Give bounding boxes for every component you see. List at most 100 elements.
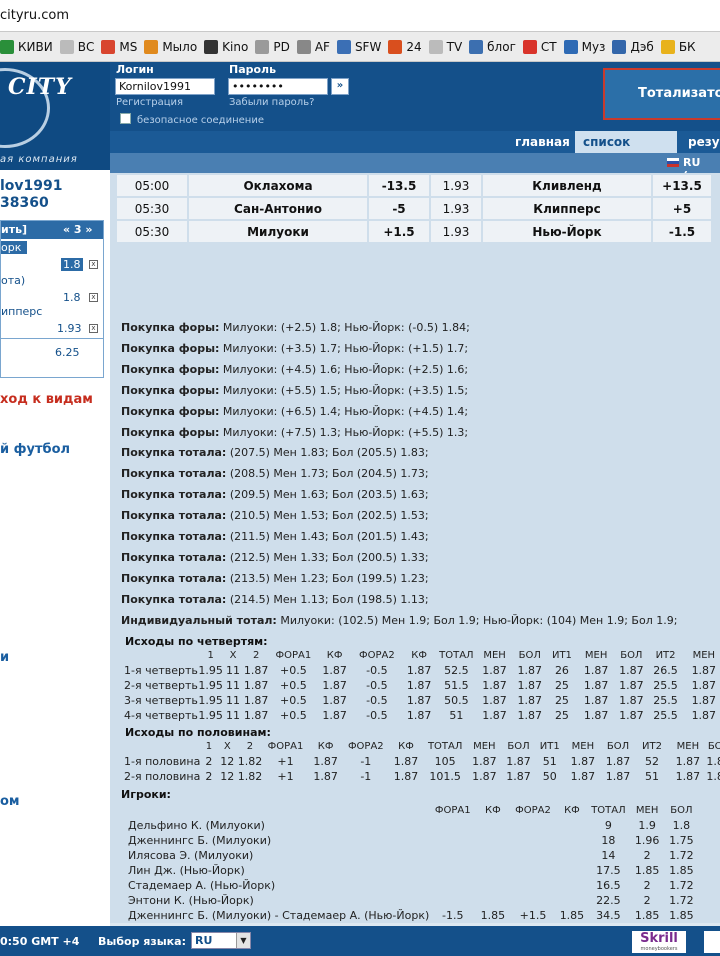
- table-cell[interactable]: 1.87: [513, 693, 547, 708]
- table-cell[interactable]: 11: [223, 678, 243, 693]
- table-cell[interactable]: 2: [200, 754, 217, 769]
- bookmark-item[interactable]: Kino: [204, 39, 248, 54]
- table-cell[interactable]: 12: [218, 769, 238, 784]
- table-cell[interactable]: [509, 818, 556, 833]
- table-cell[interactable]: 51: [436, 708, 476, 723]
- skrill-logo[interactable]: Skrill moneybookers: [632, 931, 686, 953]
- table-cell[interactable]: 1.87: [684, 678, 720, 693]
- table-cell[interactable]: 1.87: [669, 769, 706, 784]
- offer-line[interactable]: Покупка форы: Милуоки: (+6.5) 1.4; Нью-Й…: [121, 405, 468, 418]
- table-cell[interactable]: 11: [223, 663, 243, 678]
- table-cell[interactable]: 25.5: [647, 678, 683, 693]
- table-cell[interactable]: [476, 878, 509, 893]
- table-cell[interactable]: -1: [343, 754, 388, 769]
- table-cell[interactable]: 51: [535, 754, 564, 769]
- table-cell[interactable]: 1.87: [577, 678, 615, 693]
- table-cell[interactable]: 2: [629, 878, 664, 893]
- table-cell[interactable]: 1.87: [601, 754, 634, 769]
- table-cell[interactable]: 1.87: [513, 663, 547, 678]
- table-cell[interactable]: [509, 863, 556, 878]
- login-submit-button[interactable]: »: [331, 78, 349, 95]
- url-text[interactable]: cityru.com: [0, 8, 69, 23]
- table-cell[interactable]: 1.85: [476, 908, 509, 923]
- table-cell[interactable]: 2: [629, 893, 664, 908]
- secure-connection-checkbox[interactable]: [120, 113, 131, 124]
- table-cell[interactable]: [556, 878, 587, 893]
- table-cell[interactable]: 1.8: [665, 818, 698, 833]
- table-cell[interactable]: 1.87: [243, 708, 269, 723]
- table-cell[interactable]: [429, 893, 476, 908]
- offer-line[interactable]: Покупка форы: Милуоки: (+2.5) 1.8; Нью-Й…: [121, 321, 470, 334]
- sport-link[interactable]: ом: [0, 794, 20, 809]
- table-cell[interactable]: -1: [343, 769, 388, 784]
- table-cell[interactable]: 1.85: [629, 863, 664, 878]
- table-cell[interactable]: -0.5: [352, 678, 402, 693]
- table-cell[interactable]: 1.87: [308, 769, 343, 784]
- table-cell[interactable]: [556, 818, 587, 833]
- nav-results[interactable]: резул: [688, 131, 720, 153]
- game-odd[interactable]: 1.93: [431, 221, 481, 242]
- table-cell[interactable]: 1.9: [629, 818, 664, 833]
- table-cell[interactable]: 1.95: [198, 693, 223, 708]
- table-cell[interactable]: 14: [587, 848, 629, 863]
- table-cell[interactable]: [509, 833, 556, 848]
- table-cell[interactable]: [509, 878, 556, 893]
- table-cell[interactable]: [429, 818, 476, 833]
- table-cell[interactable]: 25: [547, 693, 577, 708]
- table-cell[interactable]: [509, 848, 556, 863]
- table-cell[interactable]: 26.5: [647, 663, 683, 678]
- bookmark-item[interactable]: TV: [428, 39, 462, 54]
- table-cell[interactable]: 1.87: [502, 769, 535, 784]
- game-af[interactable]: -1.5: [653, 221, 711, 242]
- table-cell[interactable]: [556, 833, 587, 848]
- nav-bet-list[interactable]: список ставок: [575, 131, 677, 171]
- table-cell[interactable]: 1.87: [615, 663, 647, 678]
- table-cell[interactable]: +1.5: [509, 908, 556, 923]
- table-cell[interactable]: 1.87: [318, 663, 352, 678]
- table-cell[interactable]: 1.72: [665, 893, 698, 908]
- offer-line[interactable]: Покупка тотала: (210.5) Мен 1.53; Бол (2…: [121, 509, 429, 522]
- close-icon[interactable]: x: [89, 293, 98, 302]
- table-cell[interactable]: 1.87: [564, 754, 601, 769]
- table-cell[interactable]: 1.95: [198, 678, 223, 693]
- table-cell[interactable]: 1.87: [388, 754, 423, 769]
- bookmark-item[interactable]: Дэб: [612, 39, 654, 54]
- table-cell[interactable]: [556, 848, 587, 863]
- game-odd[interactable]: 1.93: [431, 198, 481, 219]
- bookmark-item[interactable]: БК: [660, 39, 696, 54]
- table-cell[interactable]: [429, 863, 476, 878]
- table-cell[interactable]: +1: [263, 754, 308, 769]
- table-cell[interactable]: [476, 893, 509, 908]
- sport-link-football[interactable]: й футбол: [0, 442, 70, 457]
- table-cell[interactable]: 1.82: [237, 754, 263, 769]
- table-cell[interactable]: 1.87: [513, 708, 547, 723]
- table-cell[interactable]: [509, 893, 556, 908]
- table-cell[interactable]: -0.5: [352, 708, 402, 723]
- sport-link[interactable]: и: [0, 650, 9, 665]
- offer-line[interactable]: Индивидуальный тотал: Милуоки: (102.5) М…: [121, 614, 677, 627]
- bookmark-item[interactable]: AF: [296, 39, 330, 54]
- table-cell[interactable]: 1.87: [669, 754, 706, 769]
- table-cell[interactable]: 1.95: [198, 708, 223, 723]
- game-odd[interactable]: 1.93: [431, 175, 481, 196]
- bookmark-item[interactable]: КИВИ: [0, 39, 53, 54]
- table-cell[interactable]: 12: [218, 754, 238, 769]
- table-cell[interactable]: 1.87: [615, 708, 647, 723]
- table-cell[interactable]: 101.5: [424, 769, 467, 784]
- table-cell[interactable]: [476, 833, 509, 848]
- table-cell[interactable]: 1.85: [665, 908, 698, 923]
- table-cell[interactable]: 52.5: [436, 663, 476, 678]
- coupon-pager[interactable]: « 3 »: [63, 221, 93, 239]
- bookmark-item[interactable]: PD: [255, 39, 290, 54]
- table-cell[interactable]: 1.87: [684, 663, 720, 678]
- game-af[interactable]: +13.5: [653, 175, 711, 196]
- payment-logo[interactable]: [704, 931, 720, 953]
- table-cell[interactable]: 1.85: [556, 908, 587, 923]
- table-cell[interactable]: [429, 848, 476, 863]
- table-cell[interactable]: -1.5: [429, 908, 476, 923]
- table-cell[interactable]: +0.5: [269, 663, 317, 678]
- table-cell[interactable]: 2: [629, 848, 664, 863]
- table-cell[interactable]: [476, 848, 509, 863]
- table-cell[interactable]: 1.87: [476, 693, 512, 708]
- table-cell[interactable]: 1.85: [665, 863, 698, 878]
